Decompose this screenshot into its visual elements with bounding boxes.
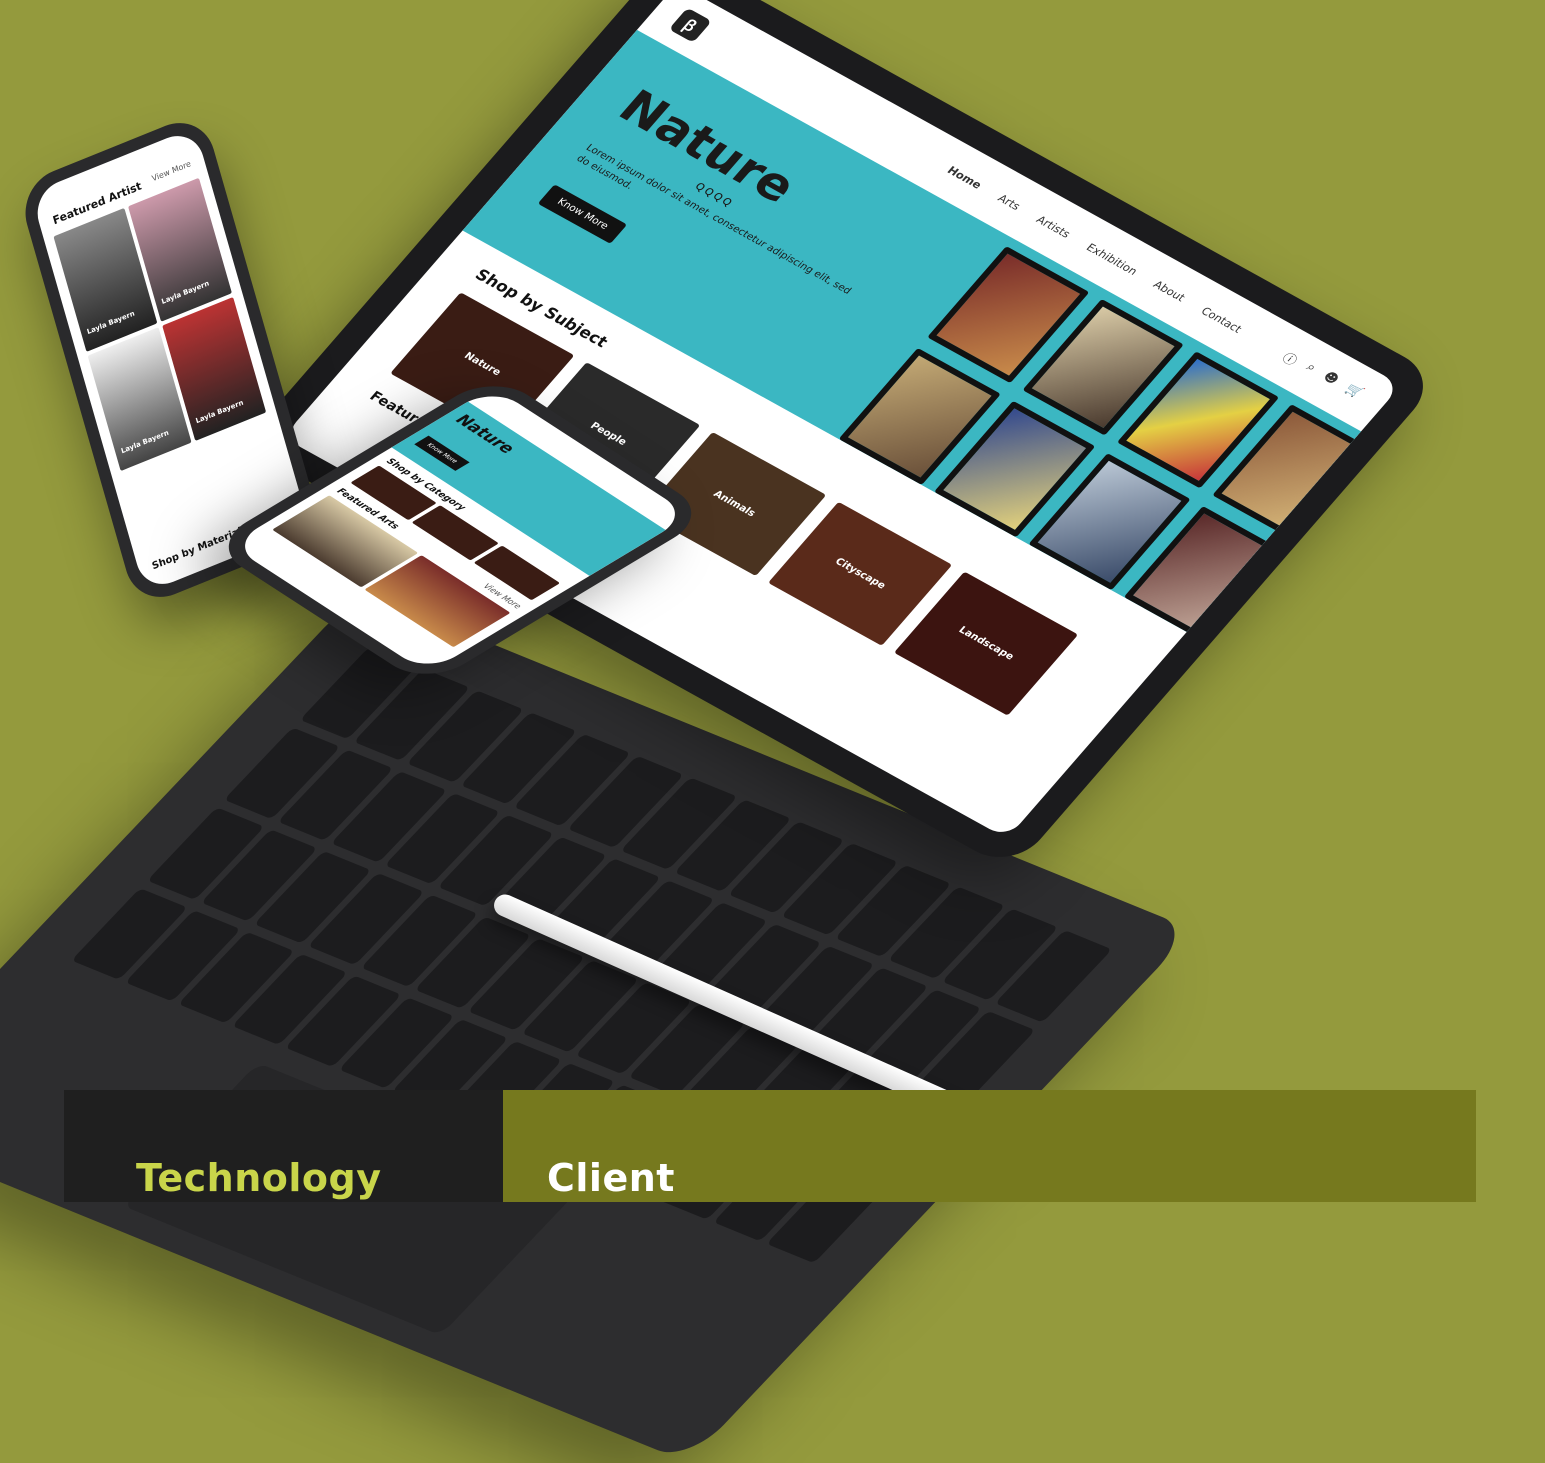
artist-name: Layla Bayern <box>120 428 170 456</box>
nav-exhibition[interactable]: Exhibition <box>1084 241 1140 278</box>
search-icon[interactable]: ⌕ <box>1300 360 1319 378</box>
technology-label: Technology <box>136 1156 382 1200</box>
info-icon[interactable]: ⓘ <box>1279 348 1303 369</box>
nav-contact[interactable]: Contact <box>1199 304 1245 335</box>
site-logo[interactable]: ꞵ <box>668 7 712 43</box>
phone2-know-more-button[interactable]: Know More <box>414 435 470 471</box>
client-label: Client <box>547 1156 675 1200</box>
artist-name: Layla Bayern <box>160 279 211 307</box>
user-icon[interactable]: ☻ <box>1317 369 1342 390</box>
know-more-button[interactable]: Know More <box>537 184 628 244</box>
phone2-hero-title: Nature <box>450 411 521 457</box>
nav-about[interactable]: About <box>1151 278 1188 304</box>
artist-name: Layla Bayern <box>86 309 136 337</box>
technology-panel: Technology <box>64 1090 503 1202</box>
nav-artists[interactable]: Artists <box>1034 213 1074 240</box>
nav-arts[interactable]: Arts <box>995 192 1023 213</box>
artist-name: Layla Bayern <box>194 398 245 426</box>
cart-icon[interactable]: 🛒 <box>1340 381 1366 404</box>
client-panel: Client <box>503 1090 1476 1202</box>
nav-home[interactable]: Home <box>945 164 985 191</box>
